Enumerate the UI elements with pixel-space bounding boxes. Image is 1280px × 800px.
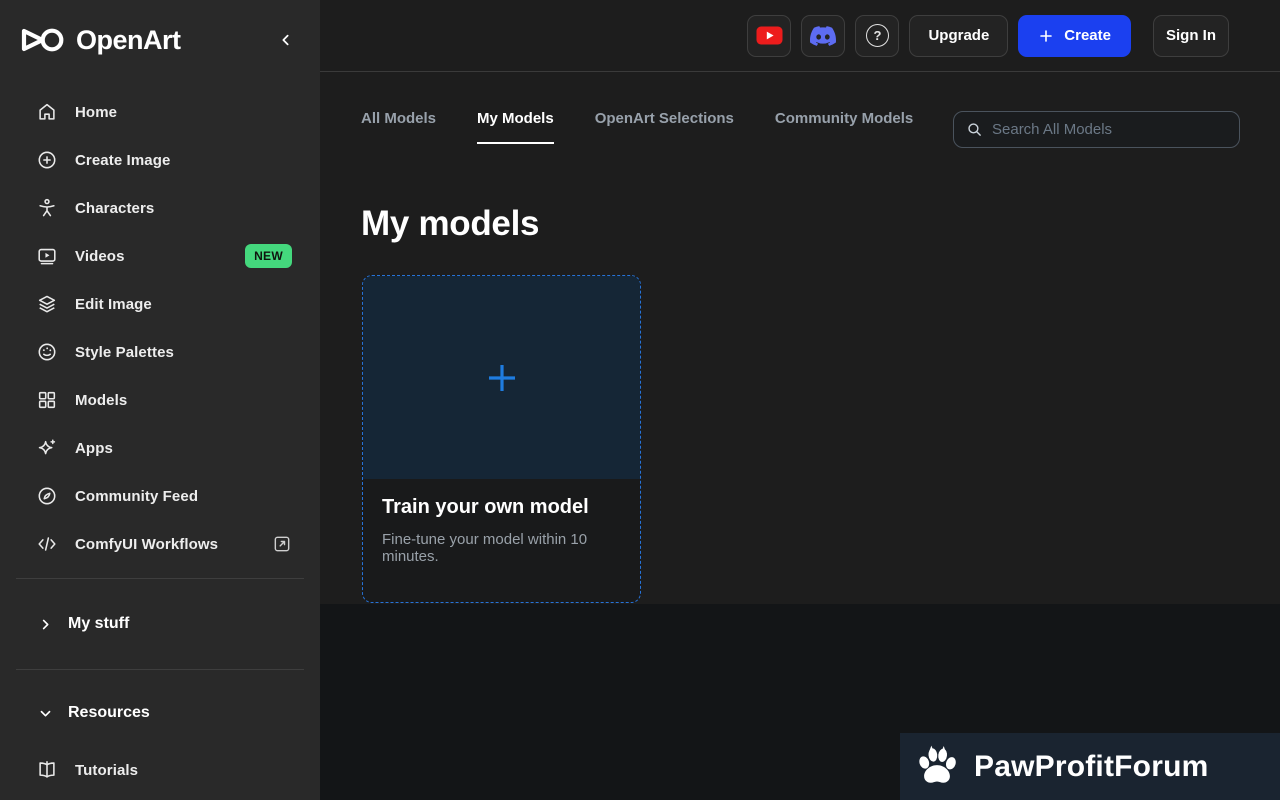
page-title: My models — [361, 204, 539, 244]
main-content: All Models My Models OpenArt Selections … — [320, 72, 1280, 604]
plus-icon — [483, 359, 521, 397]
sidebar-item-characters[interactable]: Characters — [0, 184, 320, 232]
logo-wordmark: OpenArt — [76, 25, 181, 56]
sidebar-item-label: Create Image — [75, 152, 170, 169]
divider — [16, 669, 304, 670]
help-button[interactable]: ? — [855, 15, 899, 57]
sidebar-item-apps[interactable]: Apps — [0, 424, 320, 472]
tab-all-models[interactable]: All Models — [361, 110, 436, 144]
sidebar-item-comfyui-workflows[interactable]: ComfyUI Workflows — [0, 520, 320, 568]
new-badge: NEW — [245, 244, 292, 268]
create-button-label: Create — [1064, 27, 1111, 44]
tab-openart-selections[interactable]: OpenArt Selections — [595, 110, 734, 144]
sidebar-item-label: Tutorials — [75, 762, 138, 779]
watermark-banner: PawProfitForum — [900, 733, 1280, 800]
search-icon — [966, 121, 983, 138]
chevron-left-icon — [278, 32, 294, 48]
search-input[interactable] — [992, 121, 1227, 138]
divider — [16, 578, 304, 579]
sidebar-item-label: Videos — [75, 248, 125, 265]
sidebar-header: OpenArt — [0, 0, 320, 80]
discord-icon — [810, 26, 836, 46]
train-model-card[interactable]: Train your own model Fine-tune your mode… — [362, 275, 641, 603]
sidebar-item-label: Edit Image — [75, 296, 152, 313]
sidebar-item-home[interactable]: Home — [0, 88, 320, 136]
train-model-card-image — [363, 276, 640, 479]
sidebar-collapse-button[interactable] — [278, 32, 294, 48]
star-person-icon — [36, 197, 58, 219]
sidebar-item-videos[interactable]: Videos NEW — [0, 232, 320, 280]
sidebar-item-models[interactable]: Models — [0, 376, 320, 424]
youtube-button[interactable] — [747, 15, 791, 57]
video-play-icon — [36, 245, 58, 267]
open-book-icon — [36, 759, 58, 781]
plus-circle-icon — [36, 149, 58, 171]
search-box — [953, 111, 1240, 148]
home-icon — [36, 101, 58, 123]
paw-icon — [913, 743, 961, 791]
app-root: OpenArt Home Create Image — [0, 0, 1280, 800]
upgrade-button[interactable]: Upgrade — [909, 15, 1008, 57]
sidebar-item-label: Apps — [75, 440, 113, 457]
youtube-icon — [756, 26, 783, 45]
compass-icon — [36, 485, 58, 507]
sidebar-item-label: Community Feed — [75, 488, 198, 505]
sidebar: OpenArt Home Create Image — [0, 0, 320, 800]
sidebar-item-resources[interactable]: Resources — [0, 680, 320, 746]
chevron-right-icon — [38, 617, 53, 632]
sidebar-item-community-feed[interactable]: Community Feed — [0, 472, 320, 520]
chevron-down-icon — [38, 706, 53, 721]
tab-community-models[interactable]: Community Models — [775, 110, 913, 144]
create-button[interactable]: Create — [1018, 15, 1131, 57]
sidebar-item-label: Home — [75, 104, 117, 121]
external-link-icon — [272, 534, 292, 554]
sign-in-button[interactable]: Sign In — [1153, 15, 1229, 57]
train-model-card-description: Fine-tune your model within 10 minutes. — [382, 531, 621, 565]
sidebar-item-label: Style Palettes — [75, 344, 174, 361]
sidebar-item-style-palettes[interactable]: Style Palettes — [0, 328, 320, 376]
topbar: ? Upgrade Create Sign In — [320, 0, 1280, 72]
palette-icon — [36, 341, 58, 363]
openart-logo-icon — [20, 25, 66, 55]
sidebar-item-my-stuff[interactable]: My stuff — [0, 589, 320, 659]
sparkles-icon — [36, 437, 58, 459]
model-tabs: All Models My Models OpenArt Selections … — [361, 110, 913, 144]
sidebar-nav: Home Create Image Characters Videos NEW — [0, 88, 320, 568]
openart-logo[interactable]: OpenArt — [20, 25, 181, 56]
my-stuff-label: My stuff — [68, 615, 129, 633]
sidebar-item-wiki[interactable]: Wiki — [0, 794, 320, 800]
code-brackets-icon — [36, 533, 58, 555]
sidebar-item-label: Models — [75, 392, 127, 409]
train-model-card-title: Train your own model — [382, 496, 621, 519]
tab-my-models[interactable]: My Models — [477, 110, 554, 144]
plus-icon — [1038, 28, 1054, 44]
watermark-text: PawProfitForum — [974, 750, 1208, 784]
grid-icon — [36, 389, 58, 411]
sidebar-item-label: ComfyUI Workflows — [75, 536, 218, 553]
resources-label: Resources — [68, 704, 150, 722]
sidebar-item-edit-image[interactable]: Edit Image — [0, 280, 320, 328]
discord-button[interactable] — [801, 15, 845, 57]
layers-icon — [36, 293, 58, 315]
train-model-card-body: Train your own model Fine-tune your mode… — [363, 479, 640, 582]
sidebar-item-create-image[interactable]: Create Image — [0, 136, 320, 184]
sidebar-item-label: Characters — [75, 200, 154, 217]
sidebar-item-tutorials[interactable]: Tutorials — [0, 746, 320, 794]
help-icon: ? — [866, 24, 889, 47]
